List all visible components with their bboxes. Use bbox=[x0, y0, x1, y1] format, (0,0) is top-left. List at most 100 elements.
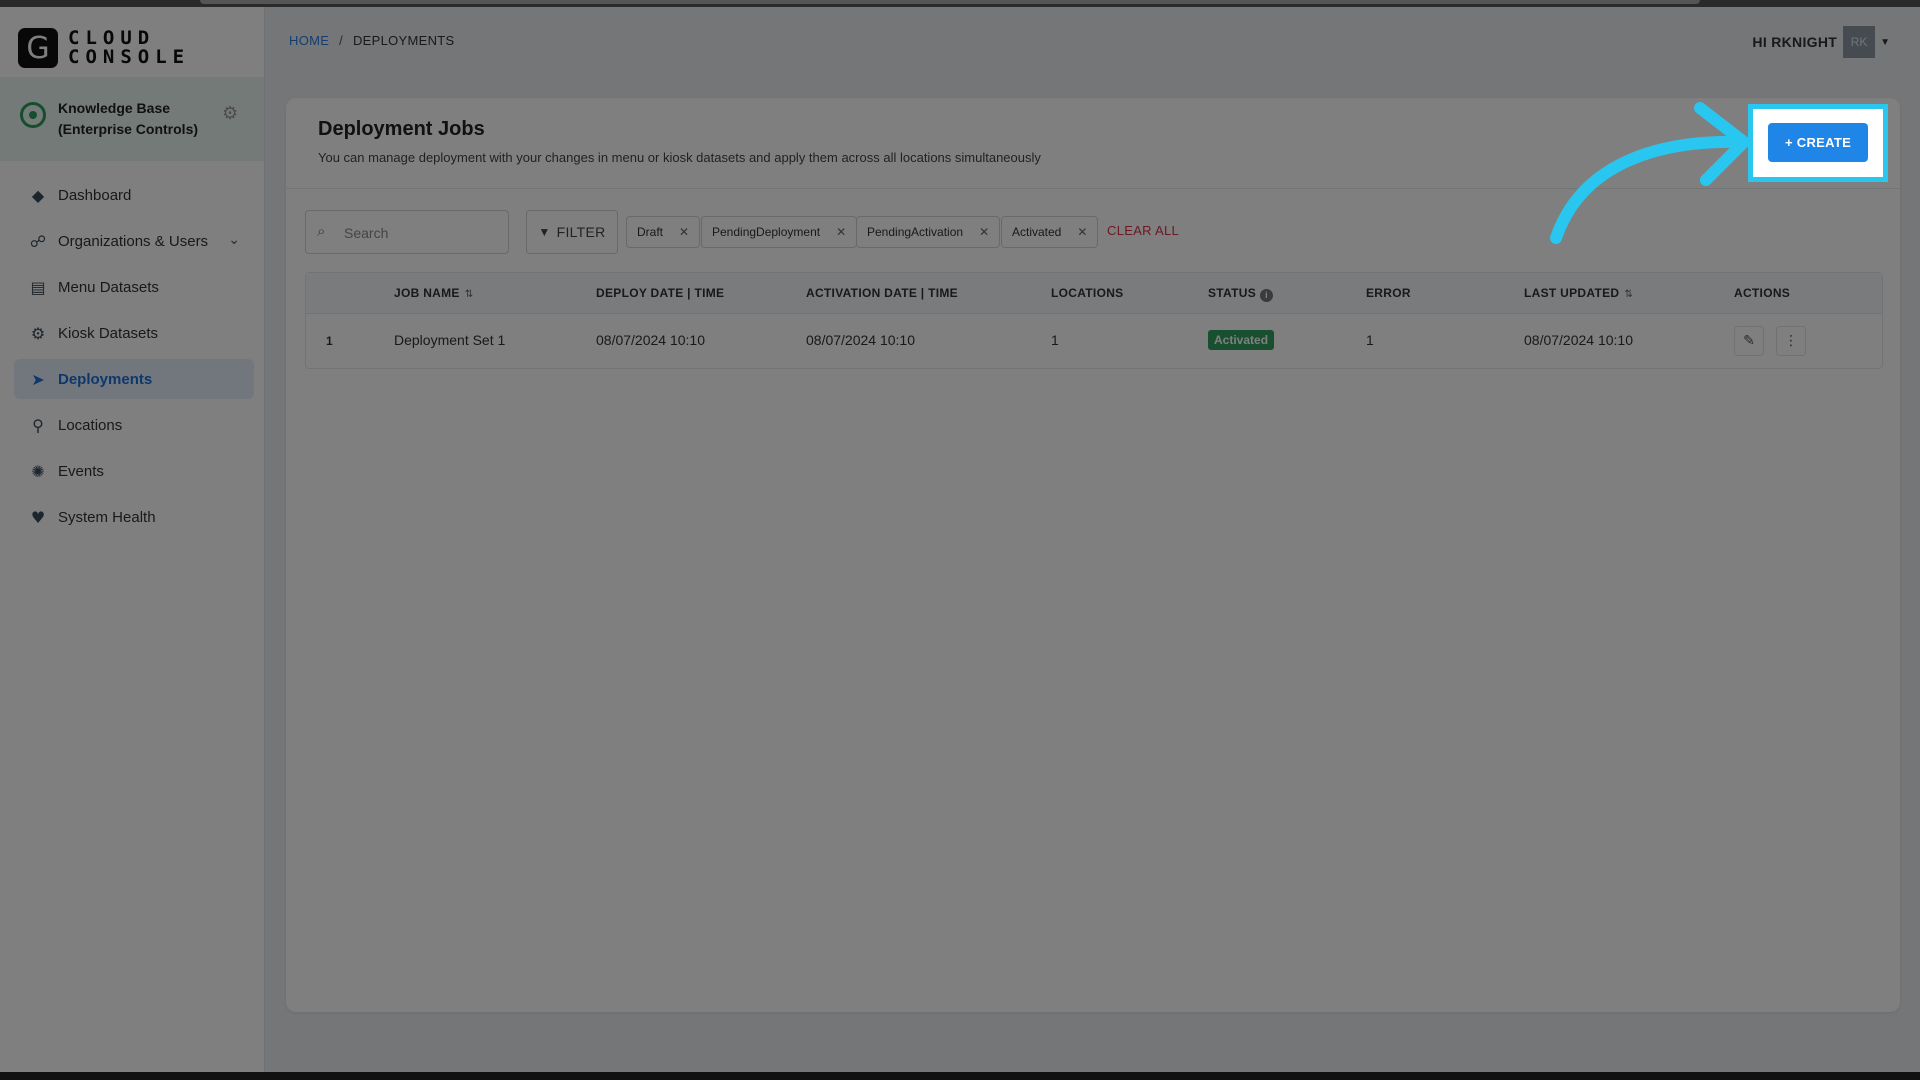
close-icon[interactable]: ✕ bbox=[679, 225, 689, 239]
filter-label: FILTER bbox=[556, 224, 606, 240]
cell-activation-date: 08/07/2024 10:10 bbox=[806, 332, 915, 348]
info-icon[interactable]: i bbox=[1260, 289, 1274, 302]
breadcrumb-separator: / bbox=[339, 33, 344, 48]
col-label: LAST UPDATED bbox=[1524, 286, 1620, 300]
cell-error: 1 bbox=[1366, 332, 1374, 348]
col-activation-date: ACTIVATION DATE | TIME bbox=[806, 286, 958, 300]
table-row[interactable]: 1 Deployment Set 1 08/07/2024 10:10 08/0… bbox=[306, 314, 1882, 368]
avatar[interactable]: RK bbox=[1843, 26, 1876, 58]
create-button[interactable]: + CREATE bbox=[1768, 123, 1868, 162]
filter-chip-draft: Draft ✕ bbox=[626, 216, 701, 248]
kiosk-gear-icon: ⚙ bbox=[30, 323, 46, 343]
row-index: 1 bbox=[326, 334, 333, 348]
brand-line-2: CONSOLE bbox=[68, 46, 191, 68]
layers-icon: ◆ bbox=[31, 185, 45, 205]
col-label: JOB NAME bbox=[394, 286, 460, 300]
sidebar-item-label: Locations bbox=[58, 416, 123, 434]
top-strip bbox=[0, 0, 1920, 7]
app-window: G CLOUD CONSOLE Knowledge Base (Enterpri… bbox=[0, 0, 1920, 1072]
caret-down-icon[interactable]: ▼ bbox=[1880, 37, 1890, 48]
col-locations: LOCATIONS bbox=[1051, 286, 1124, 300]
brand-mark: G bbox=[18, 28, 58, 68]
chip-label: Draft bbox=[637, 225, 664, 239]
search-input[interactable] bbox=[342, 221, 506, 245]
col-last-updated[interactable]: LAST UPDATED ⇅ bbox=[1524, 286, 1633, 300]
page-subtitle: You can manage deployment with your chan… bbox=[318, 150, 1041, 165]
edit-button[interactable]: ✎ bbox=[1734, 326, 1764, 356]
pencil-icon: ✎ bbox=[1743, 333, 1755, 349]
close-icon[interactable]: ✕ bbox=[1077, 225, 1087, 239]
col-actions: ACTIONS bbox=[1734, 286, 1791, 300]
brand-logo[interactable]: G CLOUD CONSOLE bbox=[18, 23, 190, 73]
breadcrumb-home[interactable]: HOME bbox=[289, 33, 329, 48]
top-strip-bar bbox=[200, 0, 1700, 4]
sidebar-item-dashboard[interactable]: ◆ Dashboard bbox=[14, 175, 254, 215]
filter-chip-activated: Activated ✕ bbox=[1001, 216, 1099, 248]
sidebar-item-label: Deployments bbox=[58, 370, 153, 388]
sidebar-item-label: Dashboard bbox=[58, 186, 132, 204]
search-icon: ⌕ bbox=[317, 222, 326, 240]
sidebar-item-label: System Health bbox=[58, 508, 156, 526]
dim-overlay bbox=[0, 0, 1920, 104]
funnel-icon: ▼ bbox=[538, 225, 551, 239]
cell-locations: 1 bbox=[1051, 332, 1059, 348]
sidebar-item-label: Events bbox=[58, 462, 104, 480]
cell-deploy-date: 08/07/2024 10:10 bbox=[596, 332, 705, 348]
sidebar-item-system-health[interactable]: ♥ System Health bbox=[14, 497, 254, 537]
chip-label: PendingActivation bbox=[867, 225, 964, 239]
brand-wordmark: CLOUD CONSOLE bbox=[68, 29, 190, 67]
org-chart-icon: ☍ bbox=[29, 231, 47, 251]
col-label: STATUS bbox=[1208, 286, 1257, 300]
sidebar-item-label: Menu Datasets bbox=[58, 278, 159, 296]
bottom-strip bbox=[0, 1072, 1920, 1080]
filter-chip-pending-deployment: PendingDeployment ✕ bbox=[701, 216, 858, 248]
sidebar-item-label: Kiosk Datasets bbox=[58, 324, 159, 342]
sidebar-item-locations[interactable]: ⚲ Locations bbox=[14, 405, 254, 445]
map-pin-icon: ⚲ bbox=[32, 415, 44, 435]
cell-last-updated: 08/07/2024 10:10 bbox=[1524, 332, 1633, 348]
user-menu[interactable]: HI RKNIGHT RK ▼ bbox=[1752, 26, 1890, 58]
sidebar: G CLOUD CONSOLE Knowledge Base (Enterpri… bbox=[0, 7, 265, 1072]
more-actions-button[interactable]: ⋮ bbox=[1776, 326, 1806, 356]
sidebar-item-menu-datasets[interactable]: ▤ Menu Datasets bbox=[14, 267, 254, 307]
col-job-name[interactable]: JOB NAME ⇅ bbox=[394, 286, 473, 300]
clear-all-button[interactable]: CLEAR ALL bbox=[1107, 223, 1179, 238]
pointer-arrow-icon bbox=[1550, 102, 1750, 244]
gear-icon[interactable]: ⚙ bbox=[222, 103, 238, 124]
deployments-table: JOB NAME ⇅ DEPLOY DATE | TIME ACTIVATION … bbox=[305, 272, 1883, 369]
col-status: STATUS i bbox=[1208, 286, 1274, 302]
heart-pulse-icon: ♥ bbox=[30, 507, 46, 527]
table-header: JOB NAME ⇅ DEPLOY DATE | TIME ACTIVATION … bbox=[306, 273, 1882, 314]
paper-plane-icon: ➤ bbox=[31, 369, 45, 389]
breadcrumb-current: DEPLOYMENTS bbox=[352, 33, 455, 48]
col-deploy-date: DEPLOY DATE | TIME bbox=[596, 286, 725, 300]
chip-label: Activated bbox=[1012, 225, 1062, 239]
menu-dataset-icon: ▤ bbox=[30, 277, 46, 297]
kebab-menu-icon: ⋮ bbox=[1784, 333, 1798, 349]
breadcrumb: HOME / DEPLOYMENTS bbox=[289, 33, 455, 48]
col-error: ERROR bbox=[1366, 286, 1411, 300]
status-badge: Activated bbox=[1208, 330, 1275, 350]
filter-chip-pending-activation: PendingActivation ✕ bbox=[856, 216, 1001, 248]
sidebar-item-organizations-users[interactable]: ☍ Organizations & Users ⌄ bbox=[14, 221, 254, 261]
page-title: Deployment Jobs bbox=[318, 118, 485, 140]
user-greeting: HI RKNIGHT bbox=[1752, 34, 1838, 50]
events-icon: ✺ bbox=[31, 461, 45, 481]
location-target-icon bbox=[20, 102, 46, 128]
sidebar-item-label: Organizations & Users bbox=[58, 232, 209, 250]
org-name: Knowledge Base (Enterprise Controls) bbox=[58, 100, 199, 137]
filter-button[interactable]: ▼ FILTER bbox=[526, 210, 618, 254]
chevron-down-icon[interactable]: ⌄ bbox=[228, 231, 240, 248]
sort-icon[interactable]: ⇅ bbox=[465, 289, 474, 300]
close-icon[interactable]: ✕ bbox=[836, 225, 846, 239]
sidebar-item-kiosk-datasets[interactable]: ⚙ Kiosk Datasets bbox=[14, 313, 254, 353]
org-switcher[interactable]: Knowledge Base (Enterprise Controls) ⚙ bbox=[0, 77, 264, 161]
sidebar-item-events[interactable]: ✺ Events bbox=[14, 451, 254, 491]
sort-icon[interactable]: ⇅ bbox=[1624, 289, 1633, 300]
chip-label: PendingDeployment bbox=[712, 225, 821, 239]
close-icon[interactable]: ✕ bbox=[979, 225, 989, 239]
search-box[interactable]: ⌕ bbox=[305, 210, 509, 254]
sidebar-nav: ◆ Dashboard ☍ Organizations & Users ⌄ ▤ … bbox=[14, 175, 254, 543]
sidebar-item-deployments[interactable]: ➤ Deployments bbox=[14, 359, 254, 399]
cell-job-name[interactable]: Deployment Set 1 bbox=[394, 332, 505, 348]
